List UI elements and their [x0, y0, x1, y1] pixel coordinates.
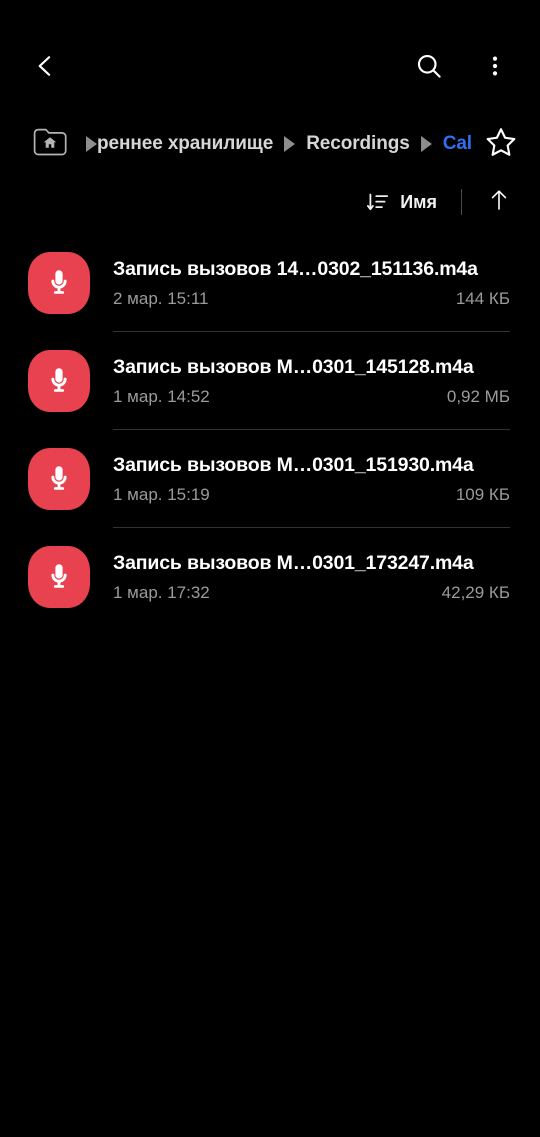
file-meta: 2 мар. 15:11 144 КБ — [113, 289, 510, 309]
microphone-icon — [28, 350, 90, 412]
file-name: Запись вызовов M…0301_151930.m4a — [113, 454, 474, 477]
file-meta: 1 мар. 14:52 0,92 МБ — [113, 387, 510, 407]
file-list: Запись вызовов 14…0302_151136.m4a 2 мар.… — [0, 234, 540, 626]
file-list-item[interactable]: Запись вызовов 14…0302_151136.m4a 2 мар.… — [0, 234, 540, 332]
file-date: 1 мар. 14:52 — [113, 386, 210, 406]
breadcrumb: реннее хранилище Recordings Call — [0, 118, 540, 170]
breadcrumb-separator-icon — [284, 136, 296, 152]
file-name: Запись вызовов M…0301_145128.m4a — [113, 356, 474, 379]
file-meta: 1 мар. 15:19 109 КБ — [113, 485, 510, 505]
search-button[interactable] — [400, 39, 458, 97]
file-list-item[interactable]: Запись вызовов M…0301_151930.m4a 1 мар. … — [0, 430, 540, 528]
file-meta: 1 мар. 17:32 42,29 КБ — [113, 583, 510, 603]
file-list-item[interactable]: Запись вызовов M…0301_145128.m4a 1 мар. … — [0, 332, 540, 430]
file-date: 2 мар. 15:11 — [113, 288, 209, 308]
sort-field-label: Имя — [400, 191, 437, 212]
more-options-button[interactable] — [466, 39, 524, 97]
app-bar — [0, 30, 540, 106]
file-item-body: Запись вызовов M…0301_173247.m4a 1 мар. … — [113, 551, 510, 602]
arrow-up-icon — [487, 187, 511, 218]
sort-descending-icon — [365, 189, 391, 215]
file-size: 144 КБ — [455, 288, 510, 308]
favorite-button[interactable] — [478, 121, 524, 167]
file-item-body: Запись вызовов M…0301_145128.m4a 1 мар. … — [113, 355, 510, 406]
breadcrumb-separator-icon — [420, 136, 432, 152]
file-date: 1 мар. 15:19 — [113, 484, 210, 504]
breadcrumb-separator-icon — [86, 136, 97, 152]
breadcrumb-list: реннее хранилище Recordings Call — [86, 133, 472, 155]
file-size: 42,29 КБ — [441, 582, 510, 602]
breadcrumb-item-call[interactable]: Call — [443, 133, 472, 155]
back-button[interactable] — [14, 37, 76, 99]
file-name: Запись вызовов 14…0302_151136.m4a — [113, 258, 478, 281]
home-folder-icon — [32, 127, 68, 162]
chevron-left-icon — [31, 52, 59, 85]
file-date: 1 мар. 17:32 — [113, 582, 210, 602]
star-outline-icon — [484, 125, 518, 164]
microphone-icon — [28, 546, 90, 608]
microphone-icon — [28, 448, 90, 510]
file-item-body: Запись вызовов M…0301_151930.m4a 1 мар. … — [113, 453, 510, 504]
file-item-body: Запись вызовов 14…0302_151136.m4a 2 мар.… — [113, 257, 510, 308]
search-icon — [414, 51, 444, 86]
sort-bar-divider — [461, 189, 462, 215]
breadcrumb-item-recordings[interactable]: Recordings — [306, 133, 410, 155]
breadcrumb-item-storage[interactable]: реннее хранилище — [97, 133, 273, 155]
sort-direction-button[interactable] — [480, 183, 518, 221]
file-name: Запись вызовов M…0301_173247.m4a — [113, 552, 474, 575]
breadcrumb-home-button[interactable] — [30, 127, 70, 161]
sort-field-button[interactable]: Имя — [359, 180, 443, 224]
more-vertical-icon — [482, 53, 508, 84]
file-list-item[interactable]: Запись вызовов M…0301_173247.m4a 1 мар. … — [0, 528, 540, 626]
file-size: 0,92 МБ — [446, 386, 510, 406]
sort-bar: Имя — [0, 178, 540, 226]
file-size: 109 КБ — [455, 484, 510, 504]
file-manager-screen: реннее хранилище Recordings Call — [0, 0, 540, 1137]
microphone-icon — [28, 252, 90, 314]
